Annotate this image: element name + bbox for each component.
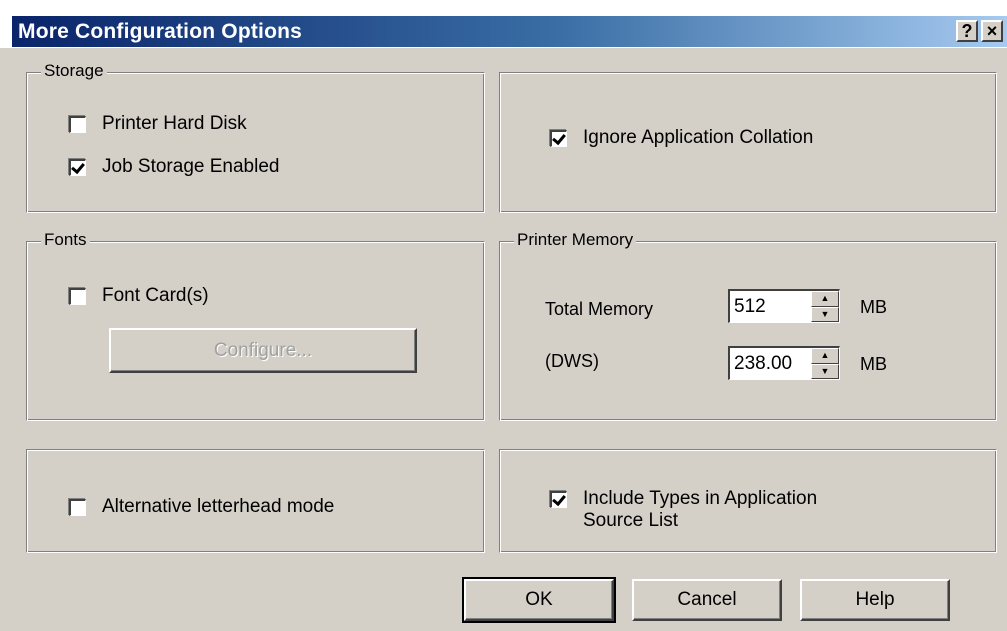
include-types-text: Include Types in Application Source List bbox=[583, 488, 817, 532]
help-title-button[interactable]: ? bbox=[956, 20, 978, 42]
ok-button[interactable]: OK bbox=[462, 577, 616, 623]
title-bar: More Configuration Options ? × bbox=[0, 0, 1007, 48]
include-types-option[interactable]: Include Types in Application Source List bbox=[550, 488, 817, 532]
include-types-label-line2: Source List bbox=[583, 510, 679, 531]
font-cards-label: Font Card(s) bbox=[102, 285, 209, 306]
dws-label: (DWS) bbox=[545, 351, 599, 371]
font-cards-option[interactable]: Font Card(s) bbox=[69, 285, 209, 307]
configure-button-label: Configure... bbox=[213, 339, 313, 361]
dws-value[interactable]: 238.00 bbox=[734, 353, 792, 375]
letterhead-checkbox[interactable] bbox=[69, 498, 86, 516]
total-memory-arrows[interactable]: ▲ ▼ bbox=[811, 291, 839, 322]
total-memory-unit: MB bbox=[860, 297, 887, 317]
total-memory-label: Total Memory bbox=[545, 299, 654, 319]
total-memory-spinner[interactable]: 512 ▲ ▼ bbox=[728, 289, 840, 323]
window-title: More Configuration Options bbox=[18, 20, 303, 43]
total-memory-value[interactable]: 512 bbox=[734, 296, 766, 318]
dws-unit: MB bbox=[860, 354, 887, 374]
collation-group: Ignore Application Collation bbox=[499, 72, 997, 213]
ignore-collation-option[interactable]: Ignore Application Collation bbox=[550, 127, 813, 149]
include-types-group: Include Types in Application Source List bbox=[499, 449, 997, 553]
letterhead-group: Alternative letterhead mode bbox=[26, 449, 485, 553]
include-types-checkbox[interactable] bbox=[550, 491, 567, 508]
ignore-collation-checkbox[interactable] bbox=[550, 129, 567, 147]
printer-hard-disk-option[interactable]: Printer Hard Disk bbox=[69, 113, 247, 135]
job-storage-checkbox[interactable] bbox=[69, 158, 86, 176]
font-cards-checkbox[interactable] bbox=[69, 287, 86, 305]
cancel-button-label: Cancel bbox=[677, 589, 737, 610]
configure-button[interactable]: Configure... bbox=[109, 328, 417, 373]
spin-up-icon[interactable]: ▲ bbox=[811, 348, 839, 364]
close-title-button[interactable]: × bbox=[981, 20, 1003, 42]
printer-hard-disk-label: Printer Hard Disk bbox=[102, 113, 247, 134]
spin-down-icon[interactable]: ▼ bbox=[811, 363, 839, 379]
printer-memory-group: Printer Memory Total Memory 512 ▲ ▼ MB (… bbox=[499, 230, 997, 421]
ok-button-label: OK bbox=[525, 589, 553, 610]
fonts-group: Fonts Font Card(s) Configure... bbox=[26, 230, 485, 421]
letterhead-label: Alternative letterhead mode bbox=[102, 496, 335, 517]
help-button[interactable]: Help bbox=[800, 579, 950, 621]
dws-arrows[interactable]: ▲ ▼ bbox=[811, 348, 839, 379]
job-storage-label: Job Storage Enabled bbox=[102, 156, 280, 177]
dws-spinner[interactable]: 238.00 ▲ ▼ bbox=[728, 346, 840, 380]
printer-memory-legend: Printer Memory bbox=[514, 230, 637, 250]
spin-up-icon[interactable]: ▲ bbox=[811, 291, 839, 307]
job-storage-option[interactable]: Job Storage Enabled bbox=[69, 156, 279, 178]
storage-group: Storage Printer Hard Disk Job Storage En… bbox=[26, 61, 485, 213]
fonts-legend: Fonts bbox=[41, 230, 90, 250]
cancel-button[interactable]: Cancel bbox=[632, 579, 782, 621]
help-button-label: Help bbox=[855, 589, 895, 610]
include-types-label-line1: Include Types in Application bbox=[583, 488, 818, 509]
printer-hard-disk-checkbox[interactable] bbox=[69, 115, 86, 133]
spin-down-icon[interactable]: ▼ bbox=[811, 306, 839, 322]
ignore-collation-label: Ignore Application Collation bbox=[583, 127, 814, 148]
letterhead-option[interactable]: Alternative letterhead mode bbox=[69, 496, 334, 518]
dialog-body: Storage Printer Hard Disk Job Storage En… bbox=[12, 48, 1007, 631]
storage-legend: Storage bbox=[41, 61, 107, 81]
